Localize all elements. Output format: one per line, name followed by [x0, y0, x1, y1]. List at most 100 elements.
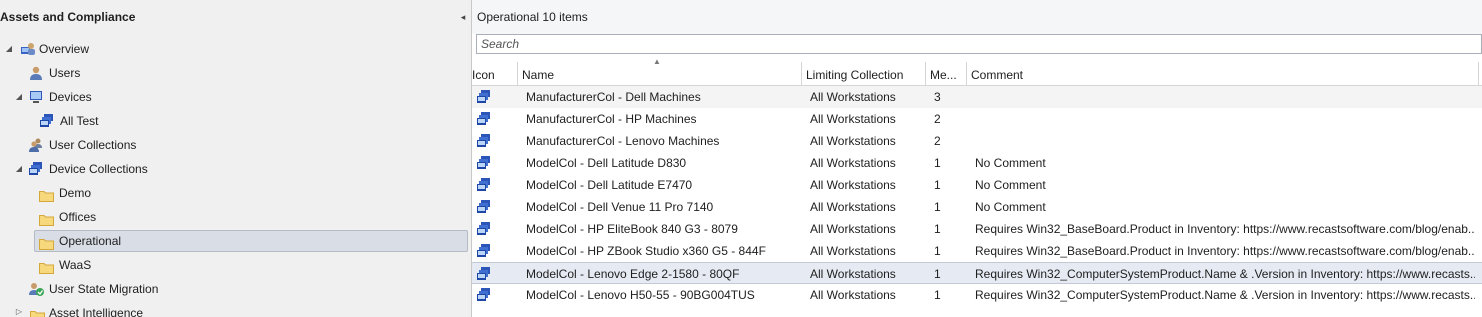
- collection-name-cell: ModelCol - Dell Latitude D830: [526, 156, 687, 170]
- device-collection-icon: [476, 86, 492, 108]
- devices-expander[interactable]: ◢: [14, 92, 24, 102]
- table-row[interactable]: ModelCol - Dell Venue 11 Pro 7140 All Wor…: [472, 196, 1482, 218]
- member-count-cell: 1: [934, 178, 941, 192]
- tree-item-user-state-migration[interactable]: User State Migration: [28, 278, 228, 300]
- collapse-pane-button[interactable]: ◂: [458, 11, 468, 23]
- limiting-collection-cell: All Workstations: [810, 90, 896, 104]
- collection-name-cell: ModelCol - Dell Venue 11 Pro 7140: [526, 200, 714, 214]
- tree-item-label: Devices: [49, 90, 92, 104]
- tree-item-label: WaaS: [59, 258, 92, 272]
- member-count-cell: 1: [934, 288, 941, 302]
- tree-item-label: All Test: [60, 114, 99, 128]
- member-count-cell: 1: [934, 156, 941, 170]
- member-count-cell: 1: [934, 200, 941, 214]
- device-collection-icon: [476, 263, 492, 285]
- tree-item-label: Overview: [39, 42, 90, 56]
- collection-name-cell: ModelCol - Lenovo H50-55 - 90BG004TUS: [526, 288, 755, 302]
- table-row[interactable]: ManufacturerCol - HP Machines All Worksta…: [472, 108, 1482, 130]
- collection-name-cell: ModelCol - HP EliteBook 840 G3 - 8079: [526, 222, 738, 236]
- device-collection-icon: [476, 284, 492, 306]
- user-icon: [28, 65, 44, 81]
- folder-icon: [39, 187, 55, 203]
- column-header-comment[interactable]: Comment: [967, 62, 1479, 86]
- table-row[interactable]: ModelCol - Lenovo Edge 2-1580 - 80QF All …: [472, 262, 1482, 284]
- limiting-collection-cell: All Workstations: [810, 178, 896, 192]
- table-row[interactable]: ManufacturerCol - Lenovo Machines All Wor…: [472, 130, 1482, 152]
- search-input[interactable]: [476, 34, 1482, 54]
- table-row[interactable]: ModelCol - HP EliteBook 840 G3 - 8079 All…: [472, 218, 1482, 240]
- tree-item-users[interactable]: Users: [28, 62, 228, 84]
- device-collection-icon: [476, 218, 492, 240]
- table-row[interactable]: ModelCol - Lenovo H50-55 - 90BG004TUS All…: [472, 284, 1482, 306]
- tree-item-label: Offices: [59, 210, 97, 224]
- folder-icon: [39, 259, 55, 275]
- table-row[interactable]: ModelCol - Dell Latitude D830 All Worksta…: [472, 152, 1482, 174]
- device-collection-icon: [476, 174, 492, 196]
- tree-item-user-collections[interactable]: User Collections: [28, 134, 228, 156]
- member-count-cell: 1: [934, 244, 941, 258]
- column-header-limiting-collection[interactable]: Limiting Collection: [802, 62, 926, 86]
- member-count-cell: 3: [934, 90, 941, 104]
- limiting-collection-cell: All Workstations: [810, 200, 896, 214]
- tree-item-label: User Collections: [49, 138, 137, 152]
- member-count-cell: 1: [934, 222, 941, 236]
- tree-item-label: Device Collections: [49, 162, 148, 176]
- collection-name-cell: ManufacturerCol - Dell Machines: [526, 90, 701, 104]
- overview-expander[interactable]: ◢: [4, 44, 14, 54]
- tree-item-label: Asset Intelligence: [49, 306, 144, 317]
- device-collection-icon: [476, 130, 492, 152]
- user-state-migration-icon: [28, 281, 44, 297]
- member-count-cell: 2: [934, 134, 941, 148]
- comment-cell: Requires Win32_BaseBoard.Product in Inve…: [975, 244, 1475, 258]
- device-collection-icon: [476, 196, 492, 218]
- limiting-collection-cell: All Workstations: [810, 267, 896, 281]
- tree-item-offices[interactable]: Offices: [39, 206, 239, 228]
- comment-cell: [975, 130, 1475, 152]
- comment-cell: Requires Win32_ComputerSystemProduct.Nam…: [975, 267, 1475, 281]
- folder-icon: [30, 307, 46, 317]
- table-row[interactable]: ModelCol - Dell Latitude E7470 All Workst…: [472, 174, 1482, 196]
- tree-item-label: User State Migration: [49, 282, 159, 296]
- comment-cell: Requires Win32_BaseBoard.Product in Inve…: [975, 222, 1475, 236]
- user-collection-icon: [28, 137, 44, 153]
- device-collection-icon: [476, 152, 492, 174]
- folder-icon: [39, 211, 55, 227]
- device-collection-icon: [39, 113, 55, 129]
- tree-item-devices[interactable]: Devices: [28, 86, 228, 108]
- results-title: Operational 10 items: [477, 10, 588, 24]
- limiting-collection-cell: All Workstations: [810, 288, 896, 302]
- results-pane: Operational 10 items ▲ Icon Name Limitin…: [472, 0, 1482, 317]
- asset-intelligence-expander[interactable]: ▷: [14, 307, 24, 317]
- device-collection-icon: [476, 240, 492, 262]
- device-collections-expander[interactable]: ◢: [14, 164, 24, 174]
- tree-item-operational[interactable]: Operational: [34, 230, 468, 252]
- column-header-name[interactable]: Name: [518, 62, 802, 86]
- tree-item-label: Operational: [59, 234, 122, 248]
- collection-name-cell: ManufacturerCol - HP Machines: [526, 112, 697, 126]
- tree-item-all-test[interactable]: All Test: [39, 110, 239, 132]
- comment-cell: Requires Win32_ComputerSystemProduct.Nam…: [975, 288, 1475, 302]
- overview-icon: [20, 41, 36, 57]
- comment-cell: [975, 108, 1475, 130]
- collection-name-cell: ModelCol - Lenovo Edge 2-1580 - 80QF: [526, 267, 740, 281]
- tree-item-demo[interactable]: Demo: [39, 182, 239, 204]
- workspace-title: Assets and Compliance: [0, 10, 136, 24]
- collection-name-cell: ModelCol - HP ZBook Studio x360 G5 - 844…: [526, 244, 766, 258]
- tree-item-label: Demo: [59, 186, 92, 200]
- limiting-collection-cell: All Workstations: [810, 244, 896, 258]
- member-count-cell: 1: [934, 267, 941, 281]
- tree-item-overview[interactable]: Overview: [18, 38, 218, 60]
- limiting-collection-cell: All Workstations: [810, 112, 896, 126]
- table-row[interactable]: ModelCol - HP ZBook Studio x360 G5 - 844…: [472, 240, 1482, 262]
- column-header-row: ▲ Icon Name Limiting Collection Me... Co…: [472, 57, 1482, 86]
- comment-cell: No Comment: [975, 156, 1046, 170]
- navigation-tree-pane: Assets and Compliance ◂ ◢ Overview Users…: [0, 0, 472, 317]
- folder-icon: [39, 235, 55, 251]
- column-header-icon[interactable]: Icon: [468, 62, 518, 86]
- tree-item-waas[interactable]: WaaS: [39, 254, 239, 276]
- table-row[interactable]: ManufacturerCol - Dell Machines All Works…: [472, 86, 1482, 108]
- tree-item-asset-intelligence[interactable]: Asset Intelligence: [28, 302, 228, 317]
- column-header-members[interactable]: Me...: [926, 62, 967, 86]
- tree-item-device-collections[interactable]: Device Collections: [28, 158, 228, 180]
- tree-header: Assets and Compliance ◂: [0, 0, 471, 36]
